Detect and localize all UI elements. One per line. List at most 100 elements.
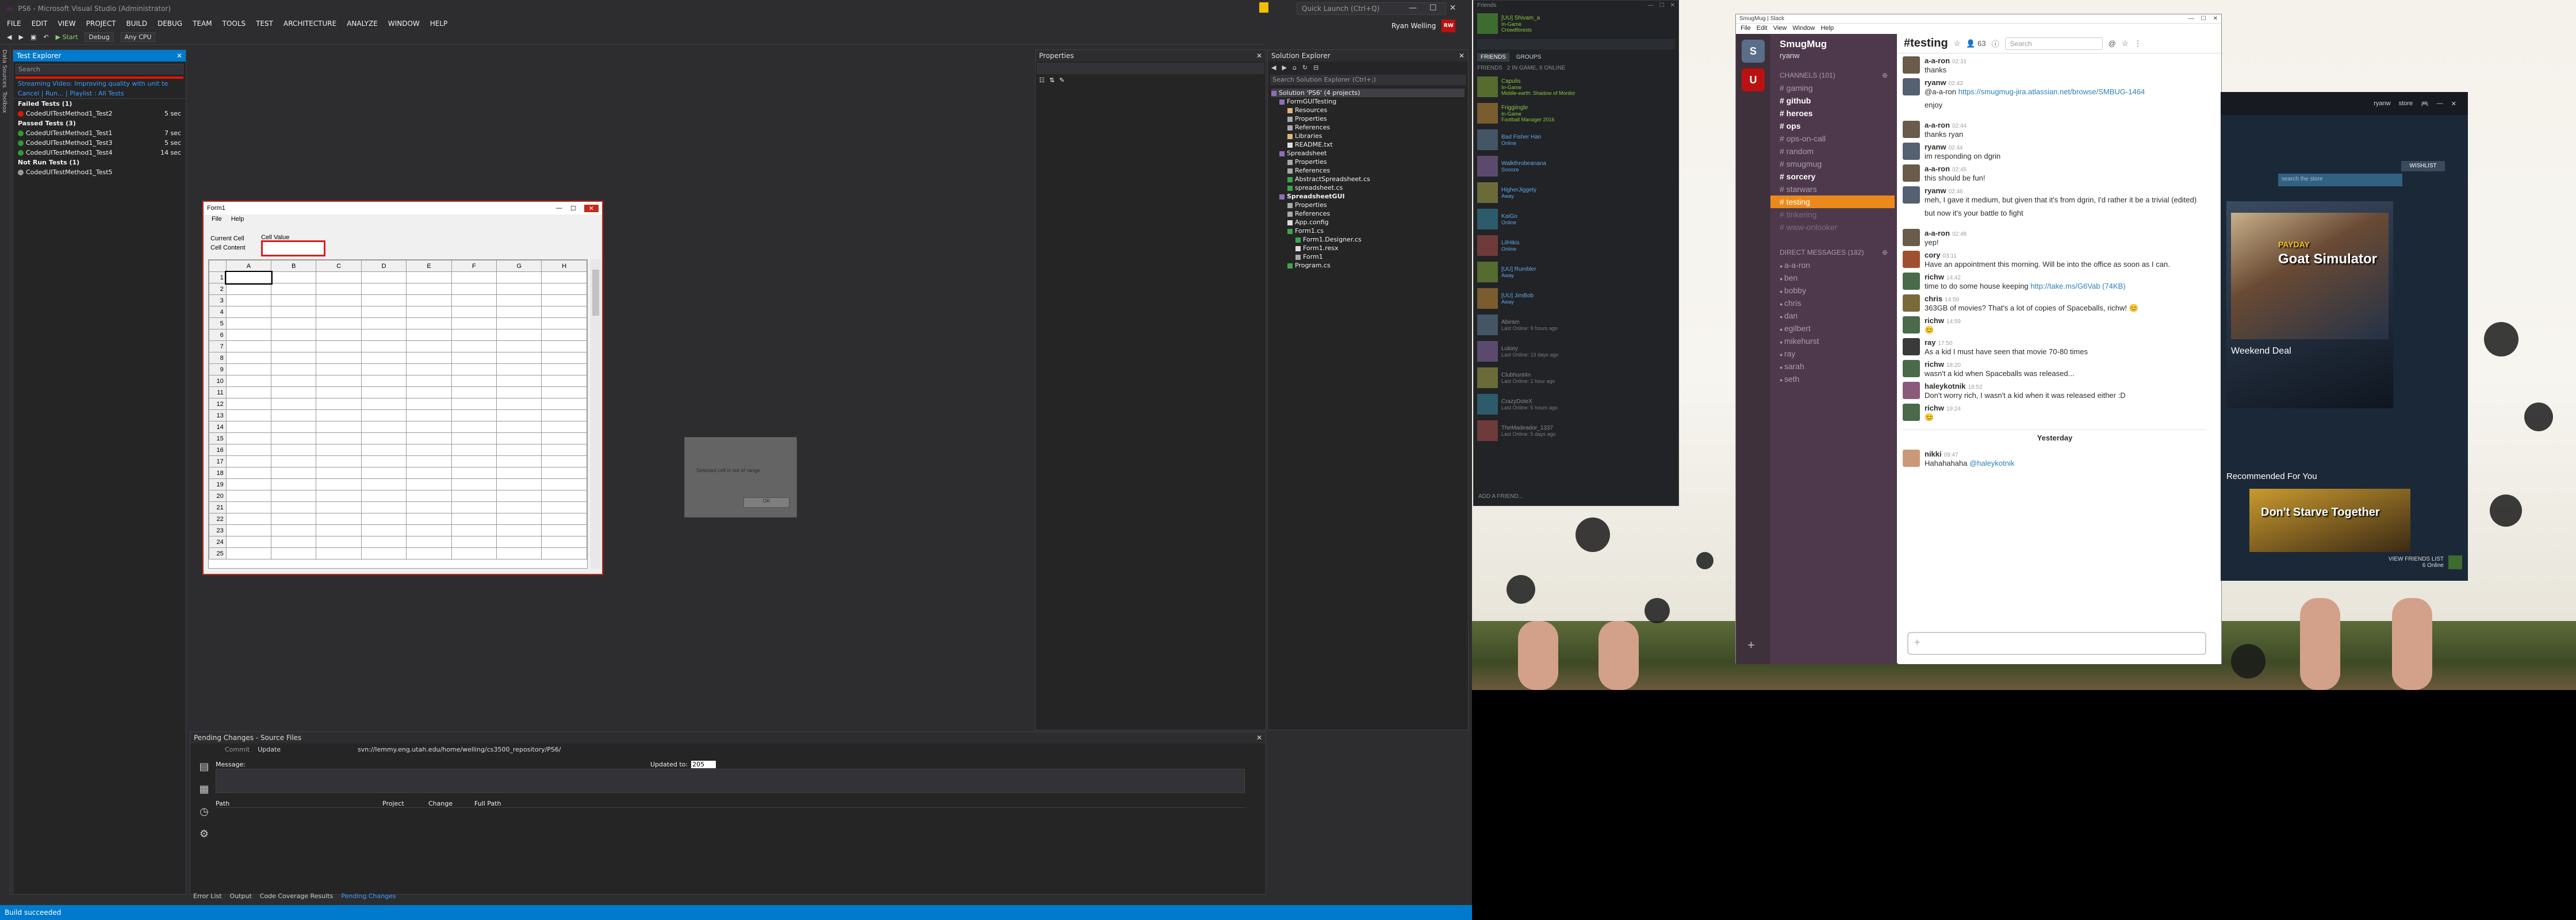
avatar[interactable] xyxy=(1903,382,1920,399)
menu-file[interactable]: FILE xyxy=(7,20,21,28)
channel-item[interactable]: # ops xyxy=(1770,120,1897,132)
more-icon[interactable]: ⋮ xyxy=(2134,39,2142,48)
grid-cell[interactable] xyxy=(361,455,407,467)
message-time[interactable]: 14:42 xyxy=(1946,275,1961,281)
wishlist-button[interactable]: WISHLIST xyxy=(2401,161,2445,171)
grid-cell[interactable] xyxy=(406,536,452,548)
message-input[interactable]: + xyxy=(1907,632,2206,655)
add-channel-icon[interactable]: ⊕ xyxy=(1882,71,1888,79)
tree-item[interactable]: References xyxy=(1271,209,1465,218)
property-pages-icon[interactable]: ✎ xyxy=(1059,76,1064,84)
message-author[interactable]: cory xyxy=(1925,251,1940,259)
grid-cell[interactable] xyxy=(496,294,542,306)
grid-cell[interactable] xyxy=(451,271,497,283)
message-time[interactable]: 02:48 xyxy=(1952,231,1966,237)
steam-self[interactable]: [UU] Shivam_a In-Game Crowdforests xyxy=(1474,10,1678,37)
grid-cell[interactable] xyxy=(496,536,542,548)
grid-cell[interactable] xyxy=(496,478,542,490)
grid-cell[interactable] xyxy=(225,455,272,467)
grid-cell[interactable] xyxy=(271,513,317,525)
grid-cell[interactable] xyxy=(225,490,272,502)
column-header[interactable]: D xyxy=(361,260,407,272)
grid-cell[interactable] xyxy=(451,375,497,387)
grid-cell[interactable] xyxy=(316,444,362,456)
grid-cell[interactable] xyxy=(225,375,272,387)
grid-cell[interactable] xyxy=(316,524,362,536)
start-button[interactable]: ▶ Start xyxy=(56,33,78,41)
tree-item[interactable]: Program.cs xyxy=(1271,261,1465,270)
message-author[interactable]: ryanw xyxy=(1925,186,1946,195)
close-icon[interactable]: ✕ xyxy=(2213,16,2218,22)
grid-cell[interactable] xyxy=(496,352,542,364)
grid-cell[interactable] xyxy=(541,352,587,364)
message-author[interactable]: nikki xyxy=(1925,450,1942,458)
grid-cell[interactable] xyxy=(451,490,497,502)
row-header[interactable]: 7 xyxy=(209,340,227,352)
slack-menu-help[interactable]: Help xyxy=(1820,25,1834,33)
friend-row[interactable]: Friggiingle In-Game Football Manager 2016 xyxy=(1474,100,1678,126)
grid-cell[interactable] xyxy=(316,317,362,329)
slack-menu-edit[interactable]: Edit xyxy=(1757,25,1768,33)
grid-cell[interactable] xyxy=(316,547,362,559)
grid-cell[interactable] xyxy=(316,478,362,490)
row-header[interactable]: 25 xyxy=(209,547,227,559)
grid-cell[interactable] xyxy=(225,352,272,364)
message-author[interactable]: haleykotnik xyxy=(1925,382,1966,390)
message-time[interactable]: 14:59 xyxy=(1946,319,1961,325)
channel-item[interactable]: # gaming xyxy=(1770,82,1897,94)
grid-cell[interactable] xyxy=(271,375,317,387)
user-name[interactable]: Ryan Welling xyxy=(1392,22,1436,30)
menu-architecture[interactable]: ARCHITECTURE xyxy=(283,20,336,28)
menu-team[interactable]: TEAM xyxy=(193,20,212,28)
grid-cell[interactable] xyxy=(496,524,542,536)
grid-cell[interactable] xyxy=(406,294,452,306)
message-link[interactable]: http://take.ms/G6Vab (74KB) xyxy=(2030,282,2125,290)
tree-item[interactable]: README.txt xyxy=(1271,140,1465,149)
grid-cell[interactable] xyxy=(406,455,452,467)
grid-cell[interactable] xyxy=(361,409,407,421)
tree-item[interactable]: Properties xyxy=(1271,201,1465,209)
grid-cell[interactable] xyxy=(316,363,362,375)
grid-cell[interactable] xyxy=(316,352,362,364)
row-header[interactable]: 21 xyxy=(209,501,227,513)
passed-group-header[interactable]: Passed Tests (3) xyxy=(13,118,186,128)
close-icon[interactable]: ✕ xyxy=(1459,52,1465,60)
grid-cell[interactable] xyxy=(451,329,497,341)
avatar[interactable] xyxy=(1903,294,1920,312)
column-header[interactable]: F xyxy=(451,260,497,272)
grid-cell[interactable] xyxy=(541,421,587,433)
message-time[interactable]: 17:50 xyxy=(1938,340,1953,347)
column-header[interactable]: B xyxy=(271,260,317,272)
row-header[interactable]: 6 xyxy=(209,329,227,341)
grid-cell[interactable] xyxy=(541,283,587,295)
grid-cell[interactable] xyxy=(541,501,587,513)
grid-cell[interactable] xyxy=(225,340,272,352)
tab-output[interactable]: Output xyxy=(230,892,252,903)
grid-cell[interactable] xyxy=(316,271,362,283)
friend-row[interactable]: Capulis In-Game Middle-earth: Shadow of Mo… xyxy=(1474,74,1678,100)
grid-cell[interactable] xyxy=(361,386,407,398)
avatar[interactable] xyxy=(1903,78,1920,95)
home-icon[interactable]: ⌂ xyxy=(1293,64,1297,71)
grid-cell[interactable] xyxy=(541,317,587,329)
grid-cell[interactable] xyxy=(316,513,362,525)
grid-cell[interactable] xyxy=(541,398,587,410)
scroll-thumb[interactable] xyxy=(592,270,599,316)
message-author[interactable]: a-a-ron xyxy=(1925,229,1950,237)
grid-cell[interactable] xyxy=(316,536,362,548)
maximize-icon[interactable]: ☐ xyxy=(570,205,576,212)
row-header[interactable]: 4 xyxy=(209,306,227,318)
tree-item[interactable]: Spreadsheet xyxy=(1271,149,1465,158)
grid-cell[interactable] xyxy=(541,329,587,341)
grid-cell[interactable] xyxy=(406,409,452,421)
current-user[interactable]: ryanw xyxy=(1770,50,1897,66)
store-search-input[interactable]: search the store xyxy=(2278,174,2402,186)
column-full-path[interactable]: Full Path xyxy=(474,800,501,807)
column-path[interactable]: Path xyxy=(216,800,382,807)
grid-cell[interactable] xyxy=(361,363,407,375)
platform-select[interactable]: Any CPU xyxy=(120,32,156,42)
row-header[interactable]: 13 xyxy=(209,409,227,421)
grid-cell[interactable] xyxy=(361,306,407,318)
channel-item[interactable]: # starwars xyxy=(1770,183,1897,195)
grid-cell[interactable] xyxy=(406,271,452,283)
